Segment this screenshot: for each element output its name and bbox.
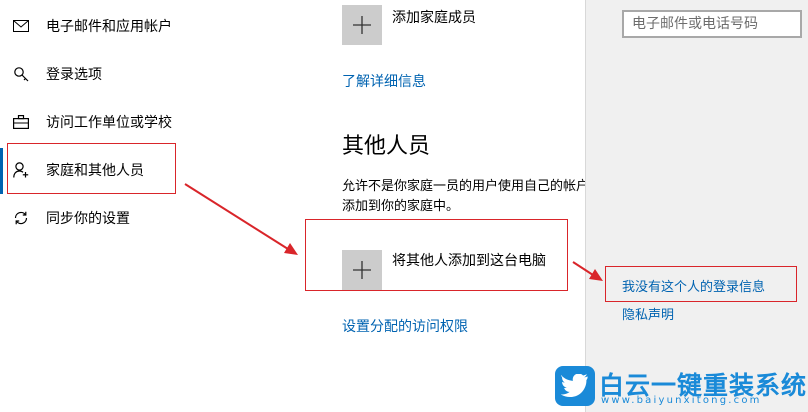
watermark-url: www.baiyunxitong.com [601, 395, 762, 406]
highlight-box-no-signin [605, 266, 797, 302]
briefcase-icon [12, 113, 30, 131]
key-icon [12, 65, 30, 83]
privacy-statement-link[interactable]: 隐私声明 [622, 304, 674, 323]
main-content: 添加家庭成员 了解详细信息 其他人员 允许不是你家庭一员的用户使用自己的帐户登录… [300, 0, 585, 412]
sidebar-item-sign-in-options[interactable]: 登录选项 [0, 54, 300, 94]
description-line: 允许不是你家庭一员的用户使用自己的帐户登录。这样不会将其 [342, 179, 585, 194]
sidebar-item-work-school[interactable]: 访问工作单位或学校 [0, 102, 300, 142]
description-line: 添加到你的家庭中。 [342, 199, 460, 214]
sidebar-item-email-accounts[interactable]: 电子邮件和应用帐户 [0, 6, 300, 46]
watermark: 白云一键重装系统 www.baiyunxitong.com [553, 362, 808, 412]
sync-icon [12, 209, 30, 227]
sidebar-item-label: 电子邮件和应用帐户 [46, 19, 172, 35]
email-or-phone-input[interactable] [622, 10, 802, 38]
learn-more-link[interactable]: 了解详细信息 [342, 71, 426, 91]
highlight-box-add-other [305, 219, 568, 291]
sidebar-item-label: 同步你的设置 [46, 211, 130, 227]
sidebar-item-label: 访问工作单位或学校 [46, 115, 172, 131]
add-family-tile[interactable] [342, 5, 382, 45]
account-dialog-panel: 我没有这个人的登录信息 隐私声明 [585, 0, 808, 412]
settings-sidebar: 电子邮件和应用帐户 登录选项 访问工作单位或学校 家庭和其他人员 同步你的设置 [0, 0, 300, 412]
plus-icon [353, 16, 371, 34]
bird-logo-icon [555, 366, 595, 406]
add-family-label[interactable]: 添加家庭成员 [392, 7, 476, 27]
set-assigned-access-link[interactable]: 设置分配的访问权限 [342, 316, 468, 336]
mail-icon [12, 17, 30, 35]
other-people-description: 允许不是你家庭一员的用户使用自己的帐户登录。这样不会将其 添加到你的家庭中。 [342, 177, 585, 217]
sidebar-item-label: 登录选项 [46, 67, 102, 83]
other-people-heading: 其他人员 [342, 134, 431, 159]
sidebar-item-sync-settings[interactable]: 同步你的设置 [0, 198, 300, 238]
highlight-box-family [7, 143, 176, 194]
